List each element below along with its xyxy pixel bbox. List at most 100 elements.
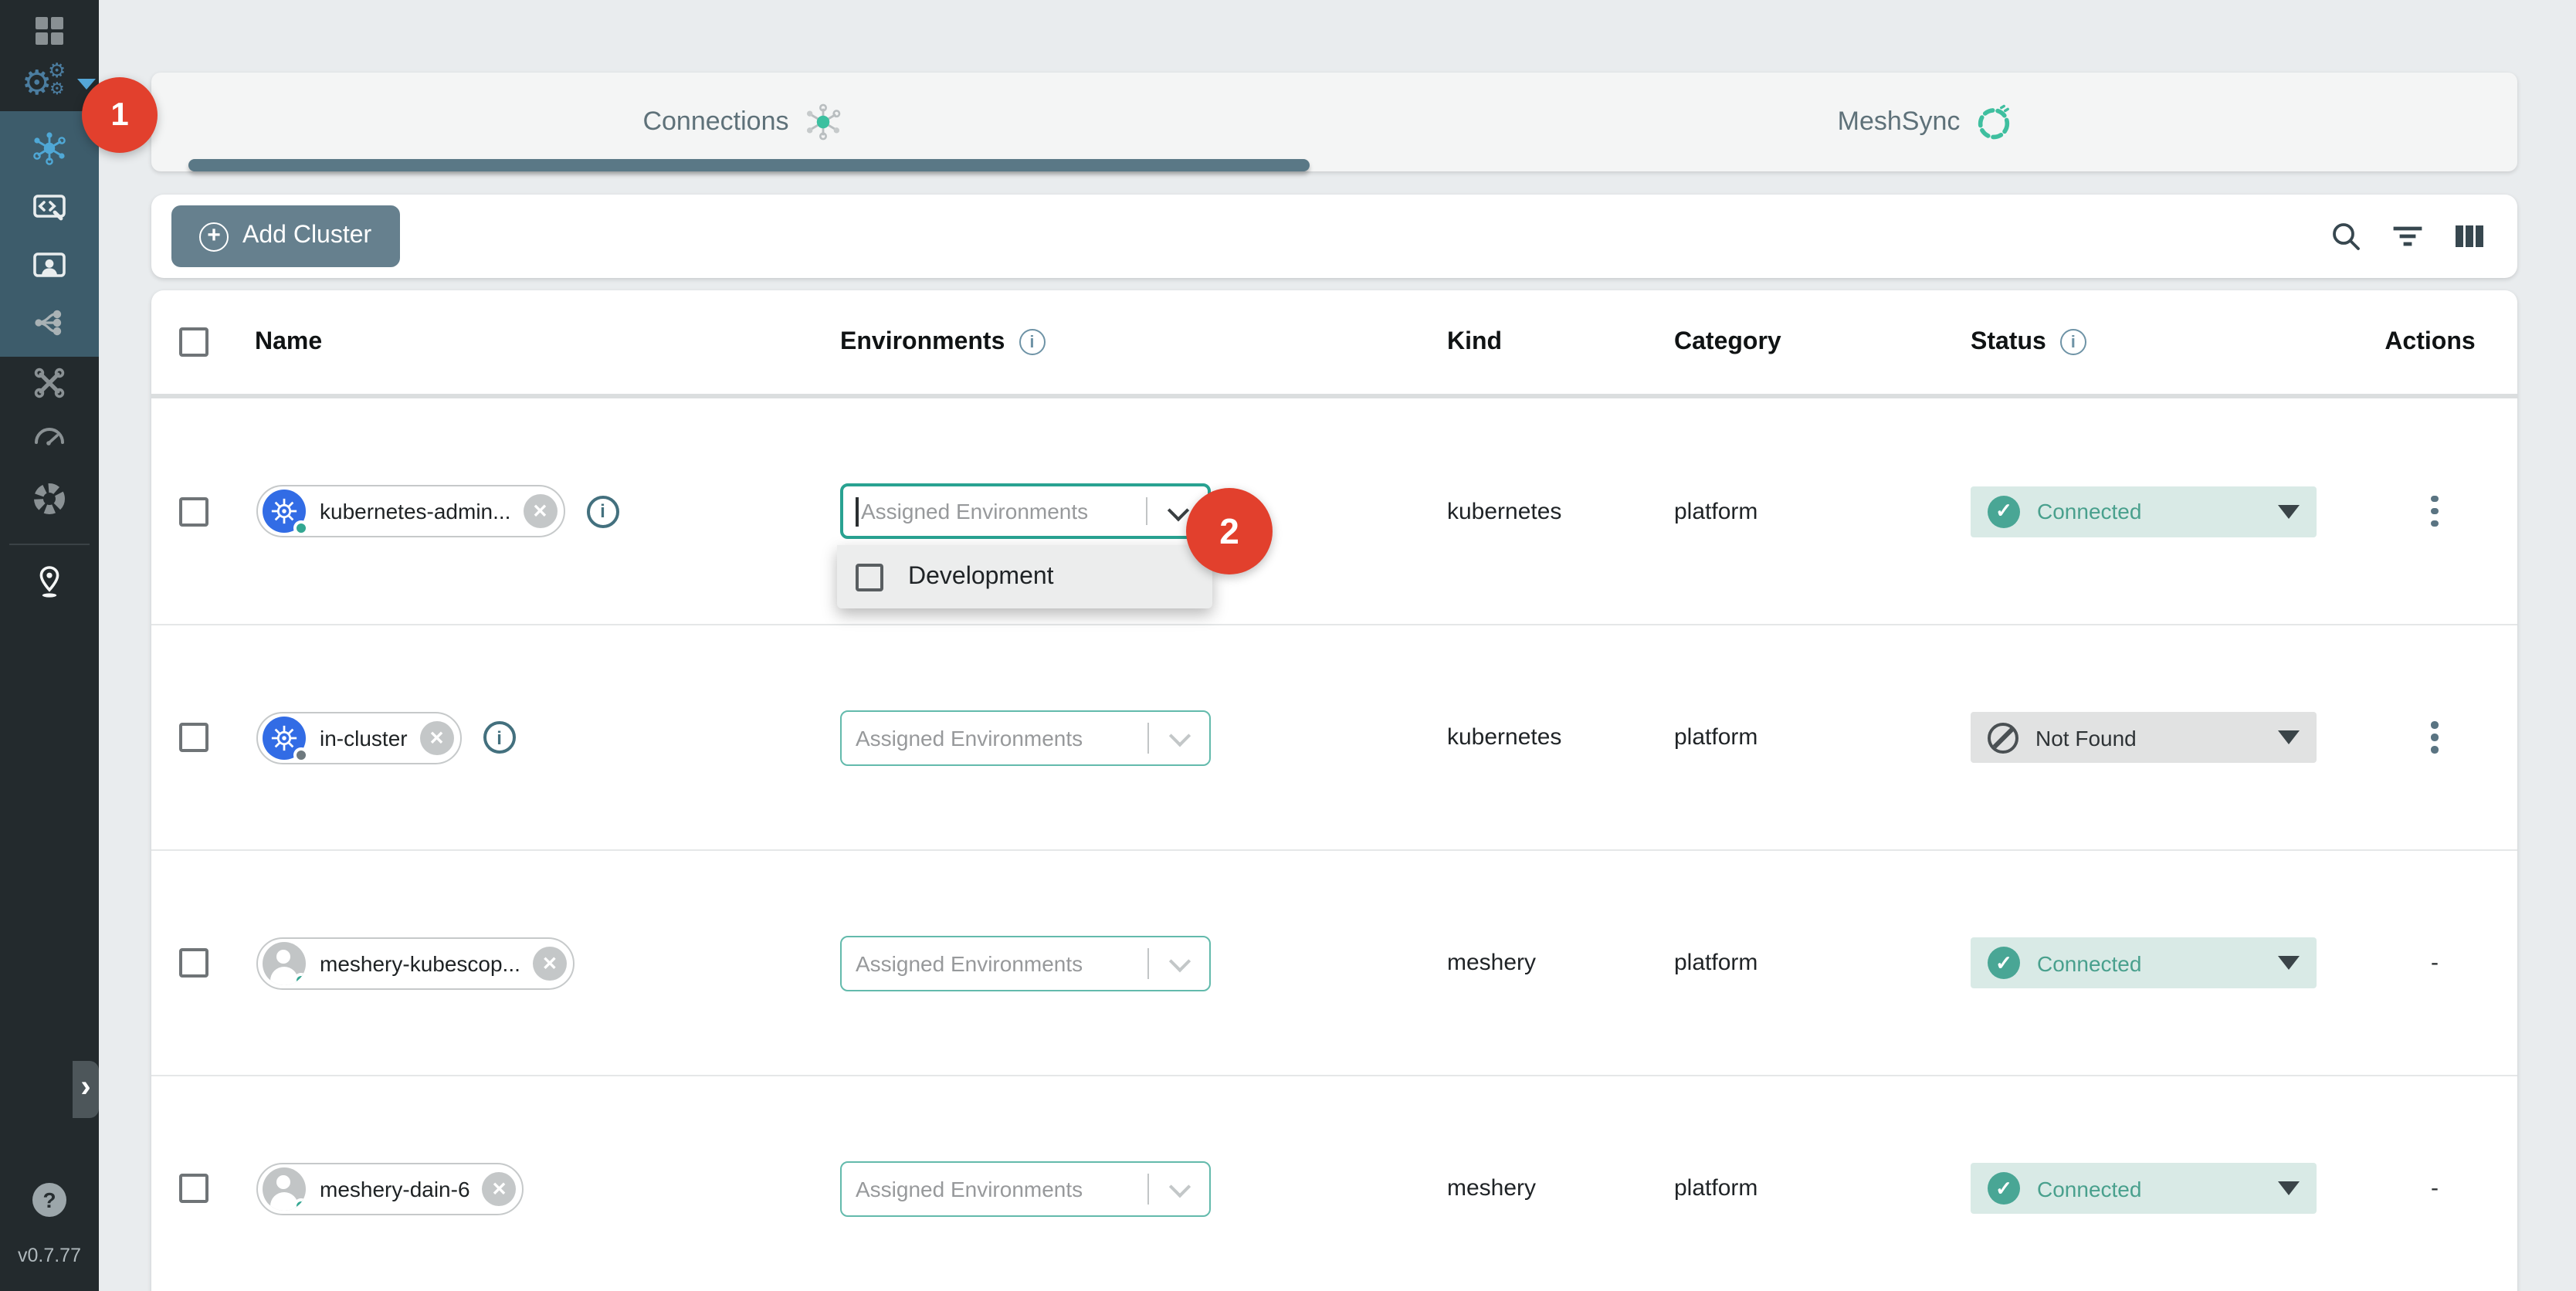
column-header-actions: Actions (2384, 328, 2475, 356)
chevron-down-icon[interactable] (1169, 724, 1191, 746)
connections-table: Name Environments i Kind Category Status… (151, 290, 2517, 1291)
status-label: Connected (2037, 1176, 2278, 1201)
status-badge[interactable]: ✓ Connected (1971, 486, 2317, 537)
connection-info-icon[interactable]: i (586, 495, 619, 527)
tab-meshsync[interactable]: MeshSync (1334, 73, 2517, 171)
sidebar-item-connections[interactable] (0, 127, 99, 170)
kind-cell: kubernetes (1447, 724, 1674, 751)
remove-connection-icon[interactable]: ✕ (533, 946, 567, 980)
dashboard-grid-icon (31, 12, 68, 49)
code-screen-icon (31, 188, 68, 225)
branch-nodes-icon (31, 304, 68, 341)
remove-connection-icon[interactable]: ✕ (523, 494, 557, 528)
help-button[interactable]: ? (32, 1183, 66, 1217)
filter-icon[interactable] (2389, 218, 2426, 255)
status-label: Not Found (2035, 725, 2278, 750)
environments-placeholder: Assigned Environments (856, 1176, 1083, 1201)
no-actions-placeholder: - (2431, 1175, 2439, 1201)
crossed-wrenches-icon (31, 364, 68, 402)
sidebar-item-extensions[interactable] (0, 477, 99, 520)
column-header-name: Name (255, 328, 322, 356)
info-icon[interactable]: i (1019, 329, 1045, 355)
row-checkbox[interactable] (179, 1174, 208, 1203)
sidebar-item-catalog[interactable] (0, 561, 99, 604)
assigned-environments-select[interactable]: Assigned Environments (840, 710, 1211, 765)
tab-connections[interactable]: Connections (151, 73, 1334, 171)
status-dot (293, 747, 309, 762)
table-header-row: Name Environments i Kind Category Status… (151, 290, 2517, 398)
sidebar-item-configuration[interactable] (0, 185, 99, 229)
tab-connections-label: Connections (642, 107, 788, 137)
sidebar-item-pipeline[interactable] (0, 301, 99, 344)
kind-cell: meshery (1447, 1175, 1674, 1201)
chevron-down-icon[interactable] (1168, 500, 1189, 521)
connection-info-icon[interactable]: i (483, 721, 516, 754)
check-circle-icon: ✓ (1988, 495, 2020, 527)
search-icon[interactable] (2327, 218, 2364, 255)
status-badge[interactable]: ✓ Connected (1971, 1163, 2317, 1214)
row-actions-menu-icon[interactable] (2432, 722, 2439, 754)
connection-chip[interactable]: meshery-dain-6 ✕ (256, 1162, 524, 1215)
sidebar-item-performance[interactable] (0, 415, 99, 459)
gears-icon: ⚙ ⚙ ⚙ (19, 65, 80, 105)
row-checkbox[interactable] (179, 948, 208, 978)
plus-circle-icon: + (199, 222, 229, 251)
sidebar-divider (9, 544, 90, 545)
tab-meshsync-label: MeshSync (1838, 107, 1961, 137)
remove-connection-icon[interactable]: ✕ (420, 720, 454, 754)
connection-chip[interactable]: meshery-kubescop... ✕ (256, 937, 575, 989)
sidebar-item-toolkit[interactable] (0, 361, 99, 405)
view-columns-icon[interactable] (2451, 218, 2488, 255)
table-row: in-cluster ✕ i Assigned Environments kub… (151, 624, 2517, 849)
info-icon[interactable]: i (2060, 329, 2086, 355)
environments-placeholder: Assigned Environments (856, 725, 1083, 750)
chevron-down-icon[interactable] (1169, 950, 1191, 971)
connections-tabs-bar: Connections Me (151, 73, 2517, 171)
caret-down-icon (2278, 504, 2300, 518)
remove-connection-icon[interactable]: ✕ (483, 1171, 517, 1205)
table-row: kubernetes-admin... ✕ i Assigned Environ… (151, 398, 2517, 624)
person-avatar-icon (263, 1167, 306, 1210)
chevron-down-icon[interactable] (1169, 1175, 1191, 1197)
kind-cell: kubernetes (1447, 498, 1674, 524)
active-tab-indicator (188, 159, 1310, 171)
table-row: meshery-dain-6 ✕ Assigned Environments m… (151, 1075, 2517, 1291)
connection-chip[interactable]: in-cluster ✕ (256, 711, 462, 764)
row-checkbox[interactable] (179, 496, 208, 526)
connection-name: kubernetes-admin... (320, 499, 510, 524)
annotation-step-2: 2 (1186, 488, 1273, 574)
blocked-circle-icon (1988, 722, 2018, 753)
meshery-connections-page: ⚙ ⚙ ⚙ (0, 0, 2576, 1291)
column-header-environments: Environments (840, 328, 1005, 356)
environments-placeholder: Assigned Environments (856, 950, 1083, 975)
speedometer-icon (31, 418, 68, 456)
select-all-checkbox[interactable] (179, 327, 208, 357)
assigned-environments-select[interactable]: Assigned Environments (840, 935, 1211, 991)
add-cluster-button[interactable]: + Add Cluster (171, 205, 399, 267)
assigned-environments-select[interactable]: Assigned Environments (840, 1161, 1211, 1216)
status-badge[interactable]: ✓ Connected (1971, 937, 2317, 988)
sidebar-item-remote-session[interactable] (0, 244, 99, 287)
row-checkbox[interactable] (179, 723, 208, 752)
sidebar-collapse-button[interactable]: › (73, 1061, 99, 1118)
caret-down-icon (2278, 730, 2300, 744)
caret-down-icon (2278, 956, 2300, 970)
connection-chip[interactable]: kubernetes-admin... ✕ (256, 485, 564, 537)
person-avatar-icon (263, 941, 306, 984)
status-badge[interactable]: Not Found (1971, 712, 2317, 763)
mesh-network-icon (803, 102, 843, 142)
kubernetes-logo-icon (263, 716, 306, 759)
status-label: Connected (2037, 950, 2278, 975)
category-cell: platform (1674, 1175, 1971, 1201)
sidebar: ⚙ ⚙ ⚙ (0, 0, 99, 1291)
assigned-environments-select[interactable]: Assigned Environments (840, 483, 1211, 539)
category-cell: platform (1674, 498, 1971, 524)
sidebar-item-dashboard[interactable] (0, 9, 99, 53)
kind-cell: meshery (1447, 950, 1674, 976)
row-actions-menu-icon[interactable] (2432, 496, 2439, 527)
add-cluster-label: Add Cluster (242, 222, 371, 250)
option-checkbox[interactable] (856, 563, 883, 591)
select-divider (1147, 947, 1149, 978)
annotation-step-1: 1 (82, 77, 158, 153)
option-label[interactable]: Development (908, 563, 1054, 591)
